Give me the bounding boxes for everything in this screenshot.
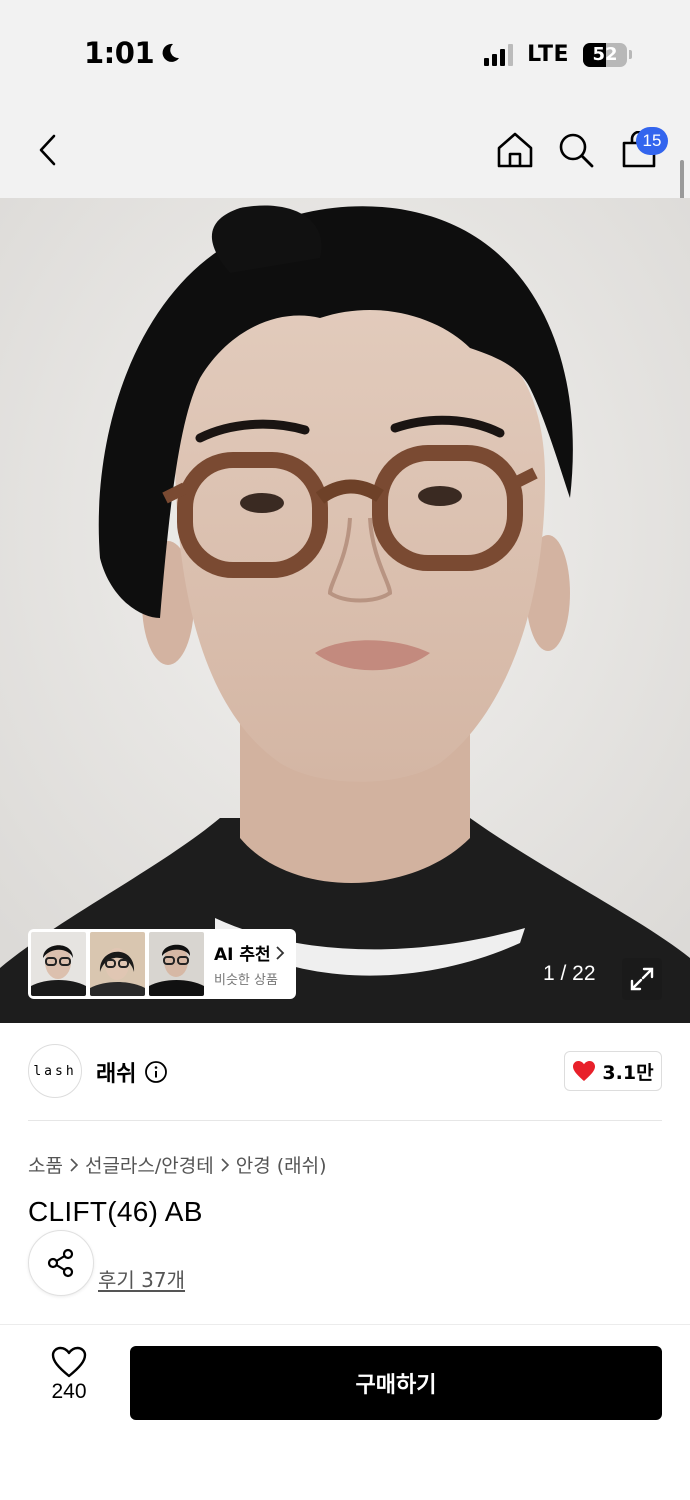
- brand-like-button[interactable]: 3.1만: [564, 1051, 662, 1091]
- chevron-right-icon: [221, 1157, 229, 1172]
- bottom-bar-divider: [0, 1324, 690, 1325]
- breadcrumb-item[interactable]: 소품: [28, 1151, 63, 1178]
- brand-logo[interactable]: lash: [28, 1044, 82, 1098]
- breadcrumb-item[interactable]: 선글라스/안경테: [85, 1151, 214, 1178]
- brand-name-text: 래쉬: [96, 1062, 137, 1087]
- heart-outline-icon: [51, 1346, 87, 1378]
- divider: [28, 1120, 662, 1121]
- image-counter: 1 / 22: [543, 962, 596, 985]
- ai-card-text: AI 추천 비슷한 상품: [214, 940, 285, 988]
- ai-title-text: AI 추천: [214, 945, 271, 965]
- network-label: LTE: [527, 42, 569, 67]
- chevron-left-icon: [39, 134, 56, 166]
- breadcrumb: 소품 선글라스/안경테 안경 (래쉬): [28, 1151, 327, 1178]
- ai-thumbnail: [90, 932, 145, 996]
- product-image-gallery[interactable]: 1 / 22: [0, 198, 690, 1023]
- heart-filled-icon: [573, 1061, 596, 1081]
- ai-card-subtitle: 비슷한 상품: [214, 973, 278, 988]
- expand-icon: [630, 967, 654, 991]
- signal-icon: [484, 43, 514, 66]
- info-icon[interactable]: [144, 1060, 168, 1084]
- brand-like-count: 3.1만: [602, 1061, 654, 1084]
- breadcrumb-item[interactable]: 안경 (래쉬): [236, 1151, 327, 1178]
- battery-icon: 52: [583, 42, 627, 67]
- ai-thumbnail: [31, 932, 86, 996]
- share-icon: [47, 1248, 74, 1278]
- home-button[interactable]: [493, 128, 537, 172]
- status-indicators: LTE 52: [484, 42, 632, 67]
- home-icon: [497, 132, 533, 168]
- wishlist-button[interactable]: 240: [34, 1346, 104, 1418]
- battery-percent: 52: [592, 44, 618, 65]
- back-button[interactable]: [26, 128, 70, 172]
- moon-icon: [162, 43, 180, 62]
- top-nav-bar: [0, 110, 690, 198]
- product-title: CLIFT(46) AB: [28, 1196, 203, 1227]
- review-link[interactable]: 후기 37개: [98, 1264, 185, 1293]
- ai-card-title: AI 추천: [214, 940, 285, 965]
- search-button[interactable]: [554, 128, 598, 172]
- cart-count-badge: 15: [636, 127, 668, 155]
- expand-image-button[interactable]: [622, 958, 662, 1000]
- product-model-photo: [0, 198, 690, 1023]
- chevron-right-icon: [276, 945, 284, 960]
- ai-thumbnail: [149, 932, 204, 996]
- status-bar: 1:01 LTE 52: [0, 0, 690, 110]
- share-button[interactable]: [28, 1230, 94, 1296]
- ai-recommendation-card[interactable]: AI 추천 비슷한 상품: [28, 929, 296, 999]
- wishlist-count: 240: [51, 1380, 87, 1403]
- chevron-right-icon: [70, 1157, 79, 1172]
- status-time: 1:01: [84, 36, 182, 70]
- buy-button[interactable]: 구매하기: [130, 1346, 662, 1420]
- search-icon: [559, 133, 594, 168]
- brand-name[interactable]: 래쉬: [96, 1056, 168, 1088]
- status-time-text: 1:01: [84, 36, 155, 70]
